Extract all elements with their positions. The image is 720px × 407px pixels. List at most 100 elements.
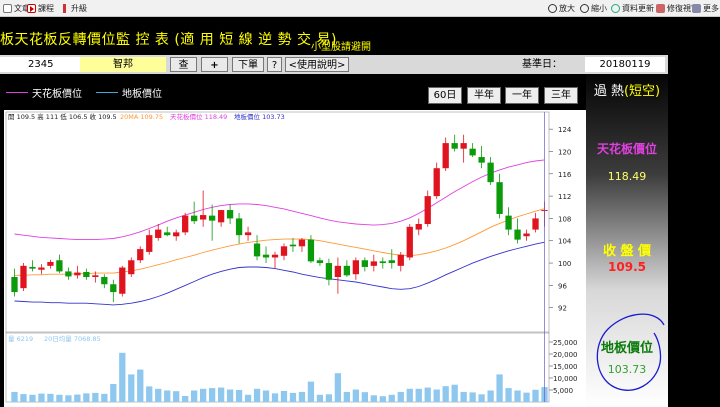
volume-bar [505, 388, 512, 402]
volume-bar [460, 391, 467, 402]
volume-bar [191, 390, 198, 402]
price-tick-label: 124 [558, 126, 572, 134]
candle-body [352, 260, 360, 275]
stock-code-input[interactable]: 2345 [0, 57, 80, 72]
volume-bar [298, 391, 306, 402]
volume-bar [155, 388, 162, 402]
candlestick-chart[interactable]: 92 96 100 104 108 112 116 120 124 5,000 10,000 15,0… [4, 110, 586, 407]
candle-body [146, 235, 153, 252]
candle-body [388, 260, 395, 264]
volume-bar [532, 389, 539, 402]
help-button[interactable]: ? [267, 57, 282, 72]
period-three-year-button[interactable]: 三年 [544, 87, 578, 104]
search-button[interactable]: 查 [170, 57, 197, 72]
toolbar-label: 縮小 [591, 4, 607, 13]
price-tick-label: 104 [558, 238, 572, 246]
ceiling-readout: 天花板價位 118.49 [170, 112, 227, 121]
toolbar-label: 升級 [71, 4, 87, 13]
app-window: 文章 課程 升級 放大 縮小 資料更新 修復視窗 更多 板天花板反轉價位監 控 … [0, 0, 720, 407]
volume-bar [92, 392, 99, 402]
add-button[interactable]: + [201, 57, 228, 72]
base-date-label: 基準日： [522, 59, 562, 70]
volume-bar [343, 391, 351, 402]
price-tick-label: 108 [558, 215, 571, 223]
candle-body [532, 218, 539, 230]
volume-bar [235, 390, 243, 402]
volume-bar [38, 393, 45, 402]
volume-bar [199, 388, 207, 402]
candle-body [469, 148, 476, 156]
candle-body [191, 215, 198, 222]
volume-bar [433, 389, 440, 402]
candle-body [155, 229, 162, 238]
status-paren: (短空) [623, 84, 661, 99]
candle-body [487, 162, 494, 183]
candle-body [280, 246, 288, 256]
candle-body [433, 168, 440, 197]
base-date-value[interactable]: 20180119 [585, 57, 665, 72]
order-button[interactable]: 下單 [232, 57, 264, 72]
candle-body [505, 215, 512, 230]
toolbar-item-more[interactable]: 更多 [692, 3, 719, 14]
volume-bar [20, 394, 27, 402]
price-tick-label: 116 [558, 171, 572, 179]
toolbar-item-course[interactable]: 課程 [27, 3, 54, 14]
volume-bar [101, 393, 108, 402]
volume-bar [280, 390, 288, 402]
toolbar-item-zoom-in[interactable]: 放大 [548, 3, 575, 14]
toolbar-item-upgrade[interactable]: 升級 [60, 3, 87, 14]
volume-bar [379, 396, 386, 402]
candle-body [451, 143, 458, 149]
title-bar: 板天花板反轉價位監 控 表 (適 用 短 線 逆 勢 交 易) 小型股請避開 [0, 17, 668, 55]
volume-tick-label: 5,000 [553, 387, 573, 395]
repair-icon [656, 4, 665, 13]
candle-body [164, 232, 171, 236]
candle-body [92, 275, 99, 277]
volume-bar [289, 392, 297, 402]
chart-area[interactable]: 92 96 100 104 108 112 116 120 124 5,000 10,000 15,0… [4, 110, 586, 407]
volume-bar [56, 394, 63, 402]
candle-body [289, 244, 297, 247]
volume-bar [47, 393, 54, 402]
candle-body [20, 265, 27, 289]
volume-bar [523, 392, 530, 402]
candle-body [128, 260, 135, 275]
toolbar-label: 課程 [38, 4, 54, 13]
volume-tick-label: 20,000 [553, 351, 578, 359]
ma20-line [14, 208, 545, 276]
toolbar-item-refresh[interactable]: 資料更新 [611, 3, 654, 14]
period-one-year-button[interactable]: 一年 [505, 87, 539, 104]
volume-bar [29, 394, 36, 402]
volume-bar [11, 391, 18, 402]
volume-bar [307, 381, 315, 402]
status-label: 過 熱 [593, 84, 624, 99]
more-icon [692, 4, 701, 13]
candle-body [478, 157, 485, 163]
candle-body [514, 229, 521, 240]
volume-bar [388, 394, 395, 402]
toolbar-item-zoom-out[interactable]: 縮小 [580, 3, 607, 14]
volume-bar [262, 390, 270, 402]
status-title: 過 熱(短空) [586, 80, 668, 99]
candle-body [253, 243, 261, 257]
ceiling-value: 118.49 [607, 170, 647, 183]
period-60d-button[interactable]: 60日 [428, 87, 462, 104]
candle-body [235, 218, 243, 236]
period-half-year-button[interactable]: 半年 [467, 87, 501, 104]
price-panel-frame [5, 111, 550, 334]
close-value: 109.5 [608, 260, 646, 274]
usage-guide-button[interactable]: <使用說明> [285, 57, 349, 72]
ohlc-readout: 開 109.5 高 111 低 106.5 收 109.5 [8, 112, 117, 121]
ceiling-line [14, 159, 545, 241]
candle-body [11, 277, 18, 293]
candle-body [397, 254, 404, 266]
volume-bar [487, 390, 494, 402]
volume-bar [253, 388, 261, 402]
volume-bar [128, 374, 135, 402]
candle-body [110, 284, 117, 293]
legend-bar: 天花板價位 地板價位 60日 半年 一年 三年 [0, 74, 590, 108]
toolbar-item-article[interactable]: 文章 [3, 3, 30, 14]
candle-body [56, 260, 63, 272]
legend-ceiling: 天花板價位 [6, 85, 82, 100]
price-tick-label: 120 [558, 148, 571, 156]
